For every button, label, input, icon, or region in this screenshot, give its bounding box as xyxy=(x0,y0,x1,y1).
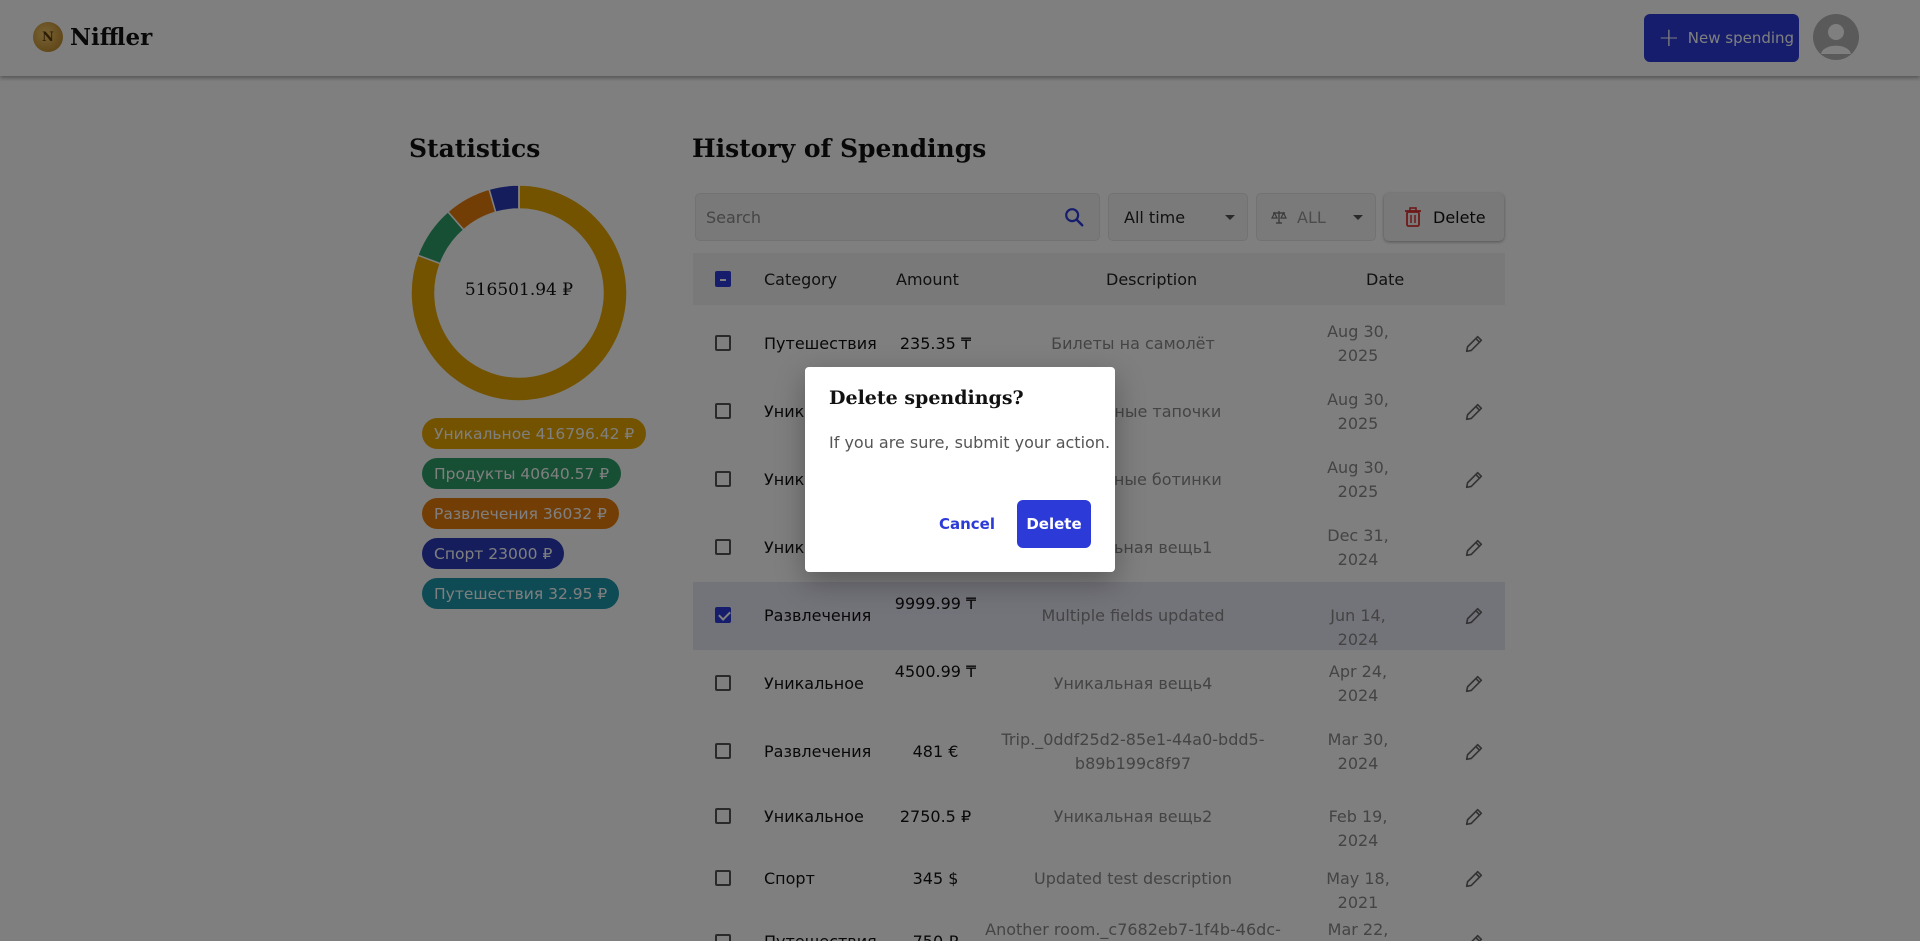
dialog-text: If you are sure, submit your action. xyxy=(829,433,1111,452)
dialog-title: Delete spendings? xyxy=(829,387,1024,409)
cancel-button[interactable]: Cancel xyxy=(932,500,1002,548)
confirm-delete-button[interactable]: Delete xyxy=(1017,500,1091,548)
delete-confirm-dialog: Delete spendings? If you are sure, submi… xyxy=(805,367,1115,572)
